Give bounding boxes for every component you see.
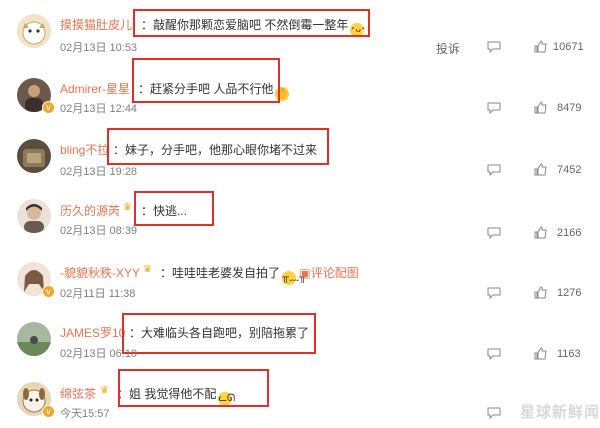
timestamp: 02月13日 10:53 [60, 42, 138, 54]
reply-icon[interactable] [487, 287, 501, 299]
avatar[interactable] [17, 14, 51, 48]
timestamp: 02月11日 11:38 [60, 288, 136, 300]
reply-icon[interactable] [487, 102, 501, 114]
avatar[interactable] [17, 139, 51, 173]
reply-icon[interactable] [487, 227, 501, 239]
username[interactable]: 摸摸猫肚皮儿 [60, 16, 132, 33]
highlight-box [134, 191, 214, 226]
reply-icon[interactable] [487, 41, 501, 53]
comment-text: ：哇哇哇老婆发自拍了 ╥﹏╥ ▣评论配图 [160, 266, 359, 285]
report-button[interactable]: 投诉 [436, 40, 460, 57]
like-icon[interactable] [534, 163, 547, 176]
username[interactable]: Admirer-星星 [60, 80, 130, 97]
reply-icon[interactable] [487, 407, 501, 419]
timestamp: 02月13日 08:39 [60, 225, 138, 237]
crown-icon: ♛ [100, 385, 109, 396]
timestamp: 02月13日 06:10 [60, 348, 138, 360]
timestamp: 02月13日 19:28 [60, 166, 138, 178]
like-icon[interactable] [534, 347, 547, 360]
like-count: 7452 [557, 164, 582, 176]
watermark: 星球新鲜闻 [520, 404, 600, 421]
avatar[interactable] [17, 199, 51, 233]
crown-icon: ♛ [123, 202, 132, 213]
username[interactable]: bling不拉 [60, 141, 109, 158]
reply-icon[interactable] [487, 348, 501, 360]
like-count: 1163 [557, 348, 581, 360]
comment-body: 哇哇哇老婆发自拍了 [172, 266, 281, 280]
like-count: 2166 [557, 227, 582, 239]
crying-emoji-icon: ╥﹏╥ [282, 271, 307, 285]
crown-icon: ♛ [143, 264, 152, 275]
like-icon[interactable] [534, 286, 547, 299]
like-icon[interactable] [534, 226, 547, 239]
timestamp: 今天15:57 [60, 408, 110, 420]
reply-icon[interactable] [487, 164, 501, 176]
highlight-box [122, 313, 316, 354]
username[interactable]: 历久的源芮 [60, 202, 120, 219]
highlight-box [118, 369, 269, 407]
like-icon[interactable] [534, 101, 547, 114]
verified-badge-icon: v [42, 405, 55, 418]
comment-image-link[interactable]: 评论配图 [311, 266, 359, 280]
avatar[interactable] [17, 322, 51, 356]
username[interactable]: JAMES罗10 [60, 324, 125, 341]
like-icon[interactable] [534, 40, 547, 53]
timestamp: 02月13日 12:44 [60, 103, 138, 115]
username[interactable]: 绵弦茶 [60, 385, 96, 402]
like-count: 8479 [557, 102, 582, 114]
highlight-box [107, 128, 329, 165]
highlight-box [133, 9, 370, 37]
like-count: 10671 [553, 41, 584, 53]
highlight-box [132, 58, 280, 103]
username[interactable]: -貌貌秋秩-XYY [60, 264, 140, 281]
verified-badge-icon: v [42, 101, 55, 114]
verified-badge-icon: v [42, 285, 55, 298]
like-count: 1276 [557, 287, 582, 299]
image-link-icon: ▣ [299, 266, 311, 280]
